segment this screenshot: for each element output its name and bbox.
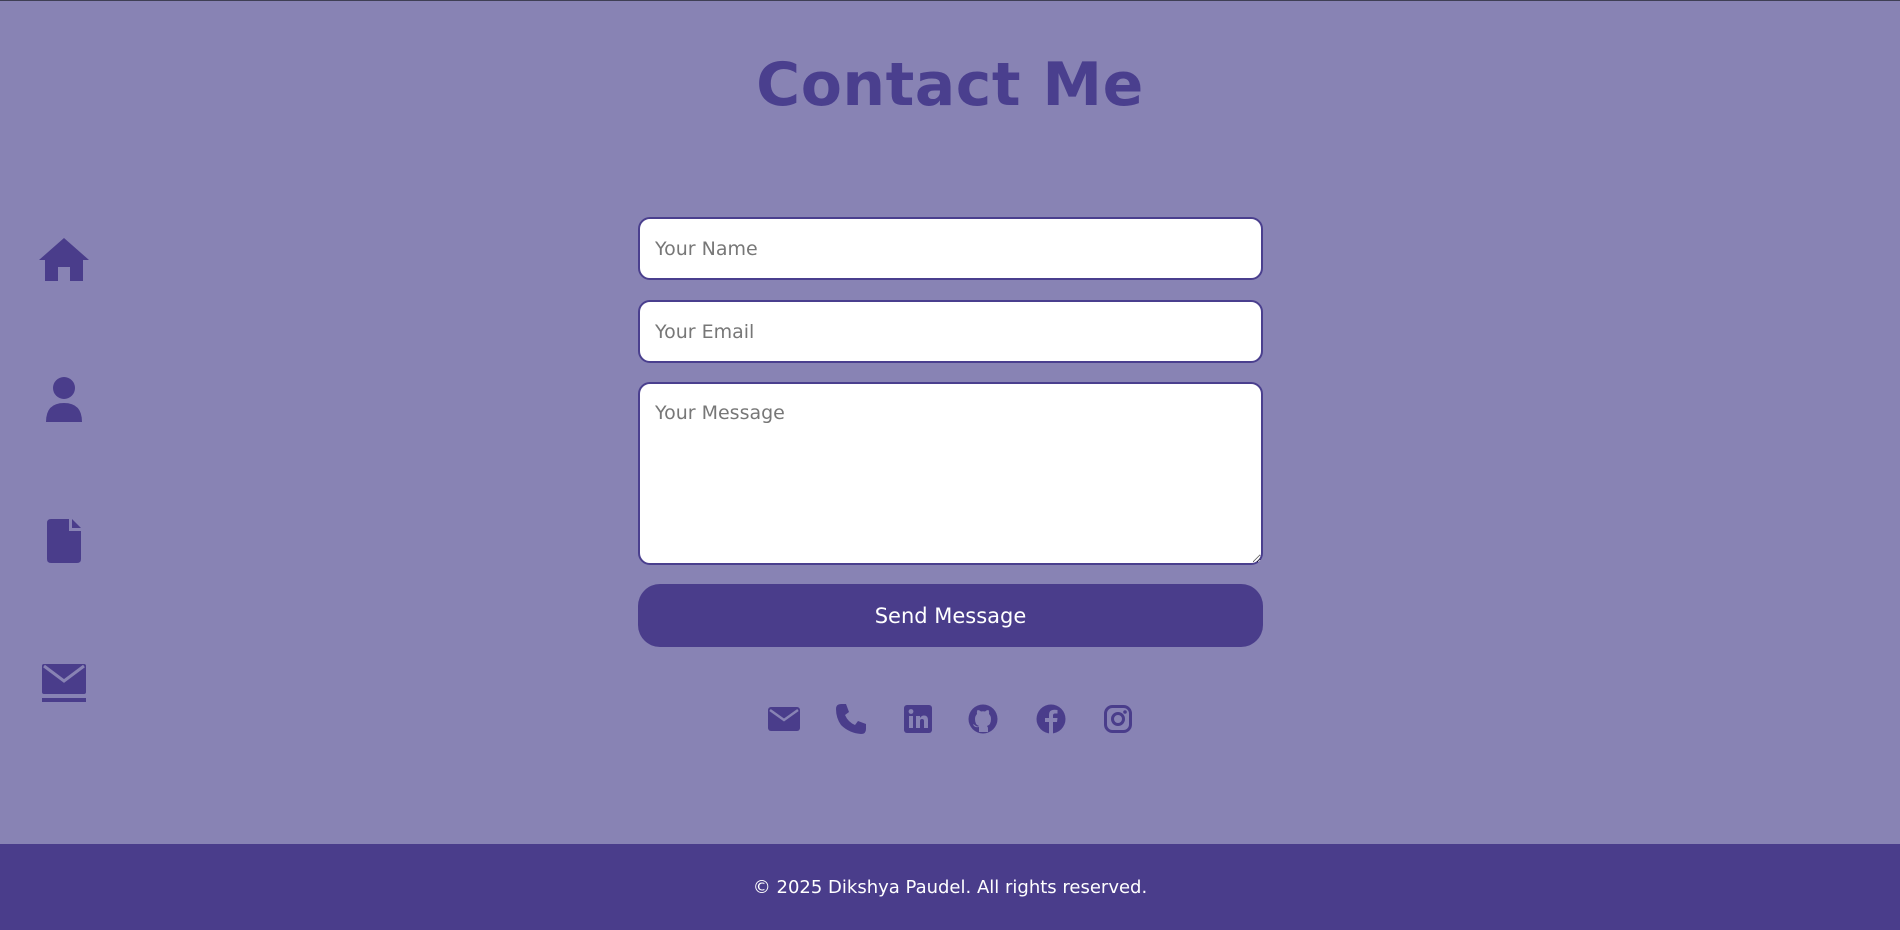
mail-icon [768, 707, 800, 735]
envelope-icon [41, 663, 87, 703]
social-link-phone[interactable] [831, 701, 871, 741]
social-link-email[interactable] [764, 701, 804, 741]
github-icon [968, 704, 998, 738]
sidebar-item-contact[interactable] [36, 655, 92, 711]
social-link-github[interactable] [963, 701, 1003, 741]
page-title: Contact Me [756, 50, 1144, 120]
sidebar-item-about[interactable] [36, 371, 92, 427]
sidebar-item-home[interactable] [36, 231, 92, 287]
name-input[interactable] [638, 217, 1263, 280]
copyright-text: © 2025 Dikshya Paudel. All rights reserv… [752, 877, 1148, 898]
social-links [764, 701, 1144, 741]
linkedin-icon [904, 705, 932, 737]
instagram-icon [1104, 705, 1132, 737]
contact-page: Contact Me Your Name Your Email Your Mes… [0, 0, 1900, 930]
message-textarea[interactable] [638, 382, 1263, 565]
social-link-linkedin[interactable] [898, 701, 938, 741]
facebook-icon [1036, 704, 1066, 738]
footer: © 2025 Dikshya Paudel. All rights reserv… [0, 844, 1900, 930]
social-link-facebook[interactable] [1031, 701, 1071, 741]
user-icon [44, 376, 84, 422]
phone-icon [835, 703, 867, 739]
email-input[interactable] [638, 300, 1263, 363]
file-icon [47, 519, 81, 563]
send-message-button[interactable]: Send Message [638, 584, 1263, 647]
social-link-instagram[interactable] [1098, 701, 1138, 741]
sidebar-item-resume[interactable] [36, 513, 92, 569]
home-icon [38, 236, 90, 282]
